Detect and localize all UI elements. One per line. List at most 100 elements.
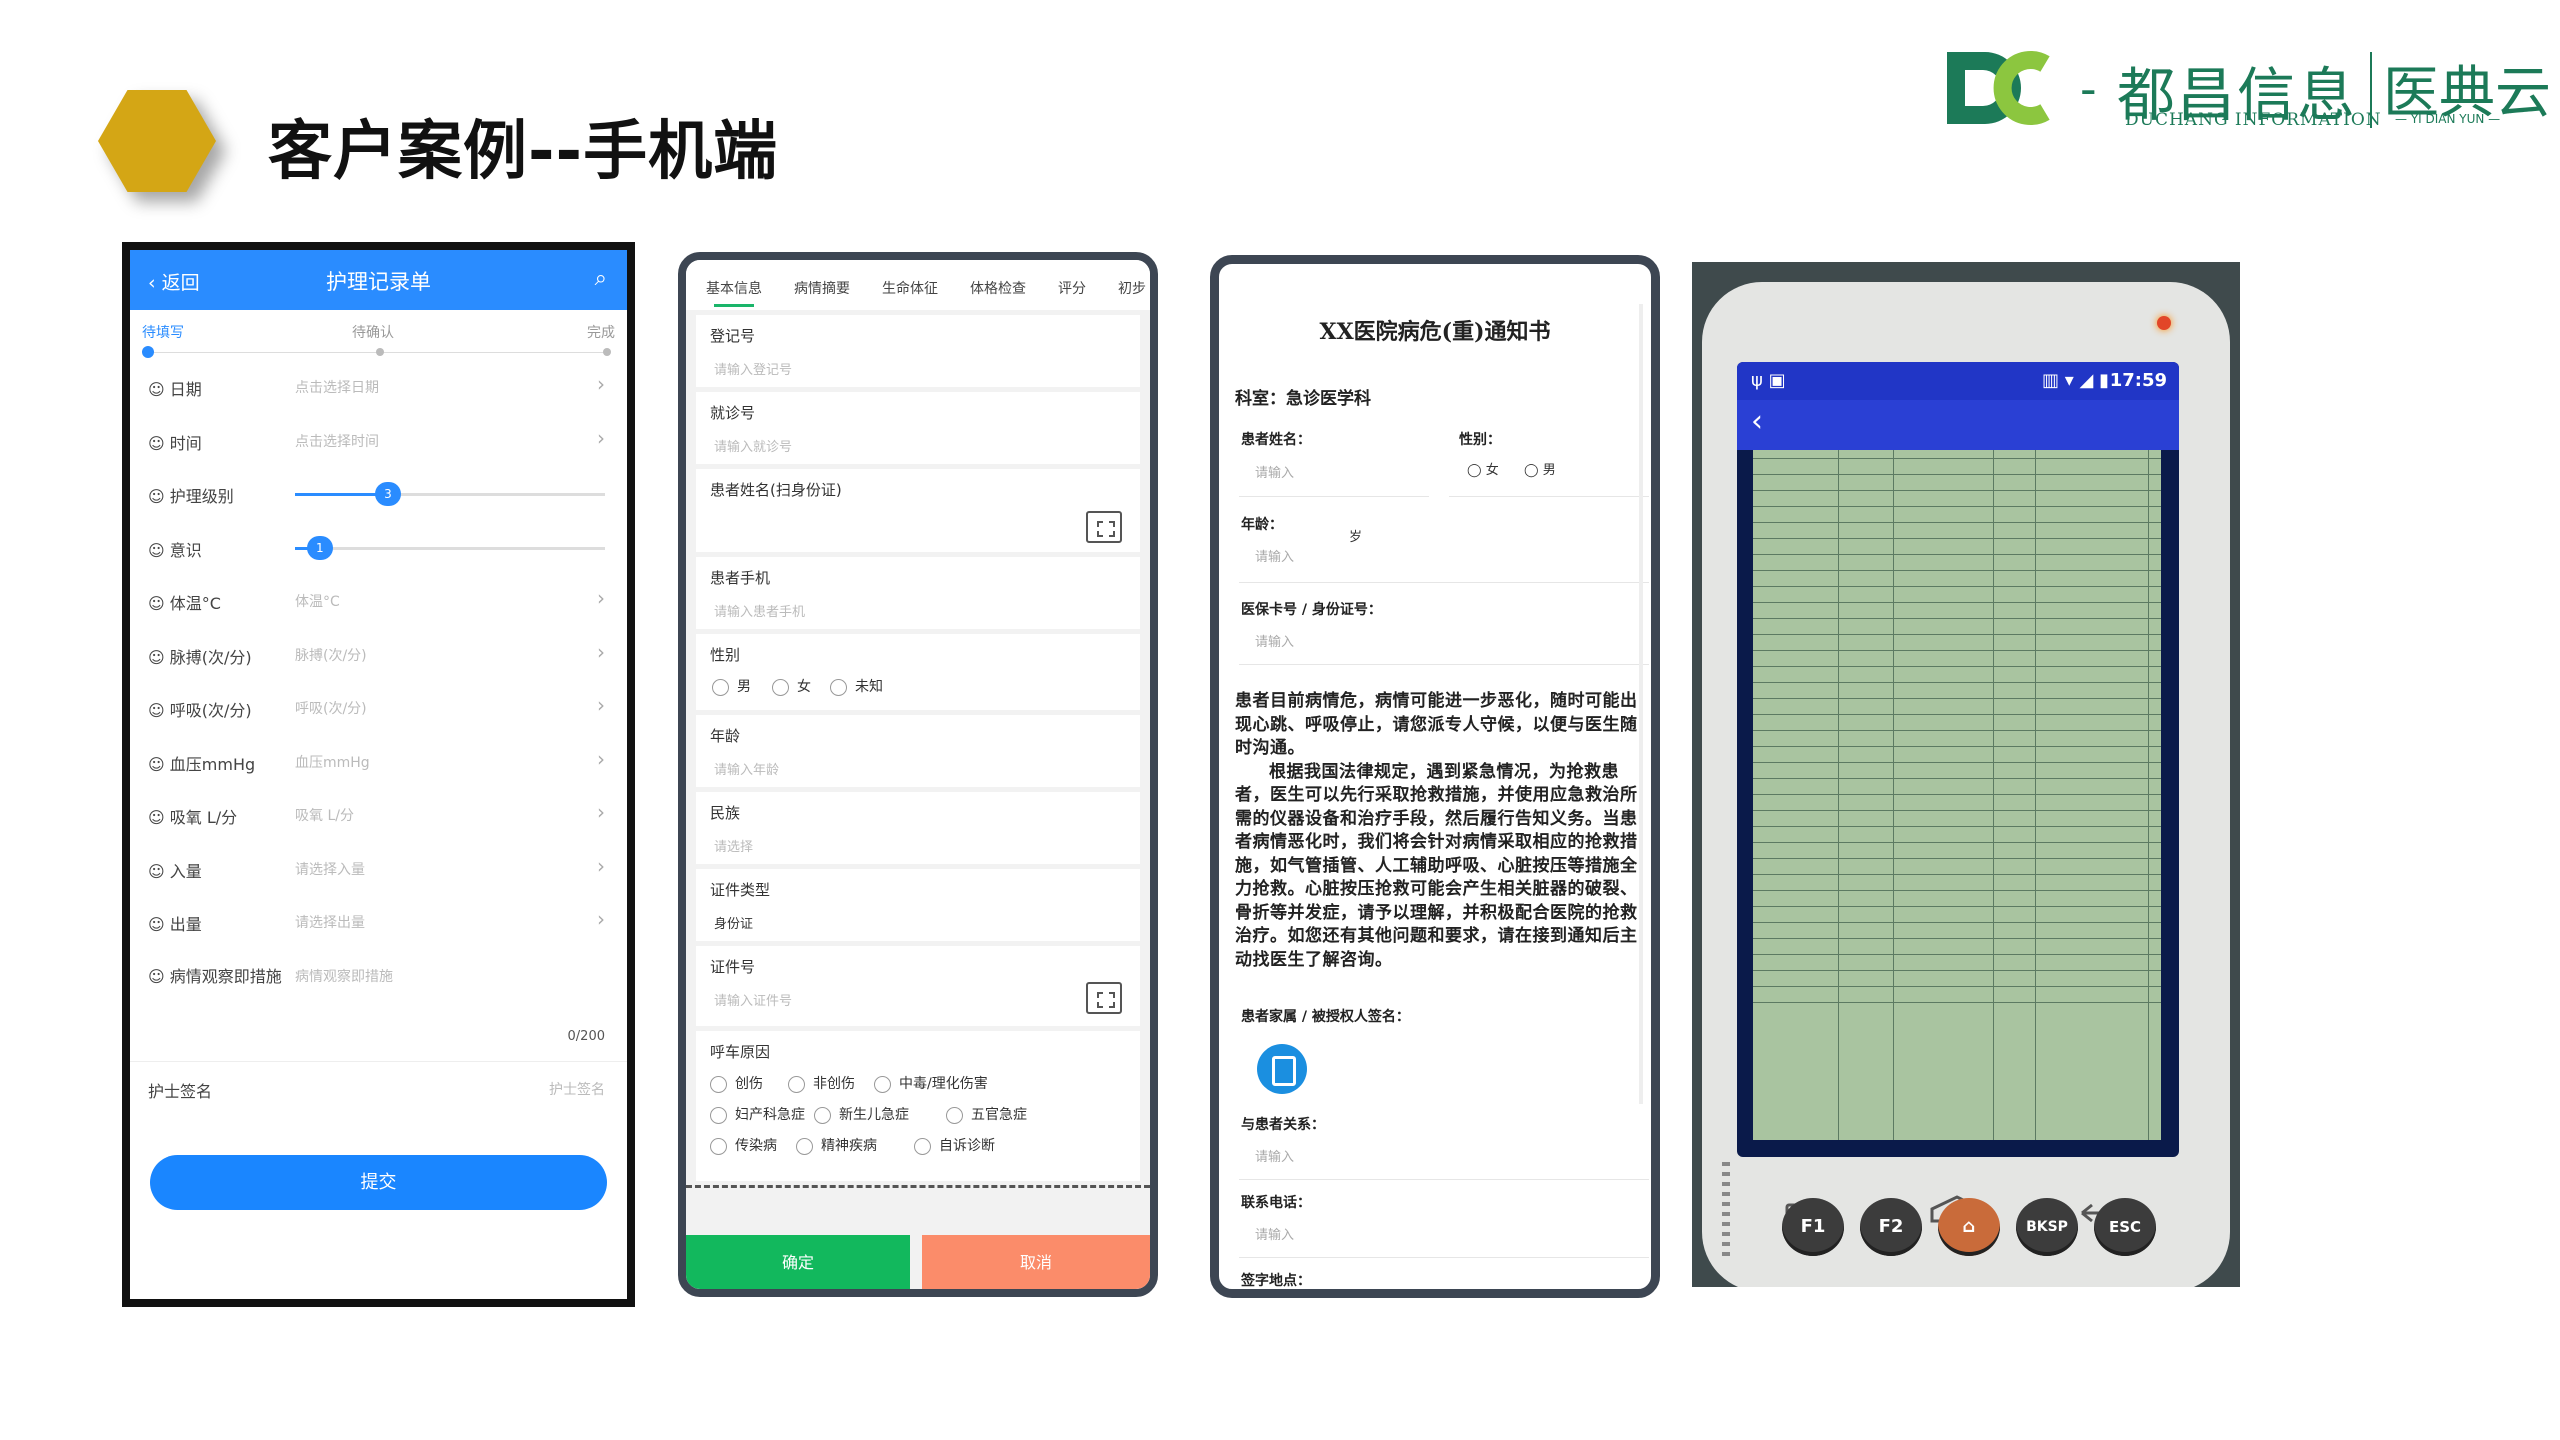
app-header: ‹ 返回 护理记录单 ⌕ <box>130 250 627 310</box>
call-reason-radio[interactable]: 创伤 <box>710 1073 763 1093</box>
escape-key[interactable]: ESC <box>2094 1198 2156 1256</box>
gender-male-radio[interactable]: 男 <box>712 676 751 696</box>
device-screen: ψ ▣ ▥ ▾ ◢ ▮ 17:59 ‹ <box>1737 362 2179 1157</box>
f2-key[interactable]: F2 <box>1860 1198 1922 1256</box>
notice-text: 患者目前病情危，病情可能进一步恶化，随时可能出现心跳、呼吸停止，请您派专人守候，… <box>1235 691 1638 970</box>
tab-vitals[interactable]: 生命体征 <box>882 278 938 298</box>
form-row[interactable]: ☺ 吸氧 L/分 吸氧 L/分 › <box>130 788 627 842</box>
tab-exam[interactable]: 体格检查 <box>970 278 1026 298</box>
dc-logo-icon <box>1947 51 2050 125</box>
gender-female-radio[interactable]: 女 <box>772 676 811 696</box>
relation-input[interactable]: 请输入 <box>1255 1146 1294 1165</box>
chevron-right-icon: › <box>597 746 605 771</box>
age-unit: 岁 <box>1349 530 1363 545</box>
search-icon[interactable]: ⌕ <box>595 266 607 291</box>
form-row[interactable]: ☺ 时间 点击选择时间 › <box>130 414 627 468</box>
back-icon[interactable]: ‹ <box>1751 404 1763 439</box>
confirm-button[interactable]: 确定 <box>686 1235 910 1289</box>
gender-male-radio[interactable]: ◯ 男 <box>1524 459 1556 478</box>
place-label: 签字地点： <box>1241 1273 1311 1289</box>
tab-basic-info[interactable]: 基本信息 <box>706 278 762 298</box>
char-counter: 0/200 <box>567 1028 605 1044</box>
step-done: 完成 <box>587 325 615 341</box>
tab-score[interactable]: 评分 <box>1058 278 1086 298</box>
id-input[interactable]: 请输入 <box>1255 631 1294 650</box>
chevron-right-icon: › <box>597 853 605 878</box>
form-row[interactable]: ☺ 脉搏(次/分) 脉搏(次/分) › <box>130 628 627 682</box>
company-logo: - 都昌信息 DUCHANG INFORMATION 医典云 — YI DIAN… <box>1945 48 2551 138</box>
gender-female-radio[interactable]: ◯ 女 <box>1467 459 1499 478</box>
cancel-button[interactable]: 取消 <box>922 1235 1150 1289</box>
signature-icon[interactable] <box>1257 1044 1307 1094</box>
ethnicity-field[interactable]: 民族 请选择 <box>696 792 1140 864</box>
scan-id-icon[interactable] <box>1086 511 1122 543</box>
level-slider[interactable]: 1 <box>295 535 605 560</box>
gender-unknown-radio[interactable]: 未知 <box>830 676 883 696</box>
hexagon-bullet <box>98 90 216 192</box>
step-confirm: 待确认 <box>352 325 394 341</box>
critical-notice-screen: XX医院病危(重)通知书 科室：急诊医学科 患者姓名： 请输入 性别： ◯ 女 … <box>1210 255 1660 1298</box>
row-placeholder: 呼吸(次/分) <box>295 701 367 717</box>
form-row[interactable]: ☺ 体温°C 体温°C › <box>130 574 627 628</box>
chevron-right-icon: › <box>597 693 605 717</box>
form-row[interactable]: ☺ 护理级别 3 <box>130 467 627 521</box>
status-led <box>2157 316 2171 330</box>
signal-icon: ▥ ▾ ◢ ▮ <box>2042 370 2109 391</box>
row-placeholder: 体温°C <box>295 594 340 610</box>
level-slider[interactable]: 3 <box>295 482 605 506</box>
chevron-right-icon: › <box>597 907 605 931</box>
call-reason-radio[interactable]: 非创伤 <box>788 1073 855 1093</box>
call-reason-radio[interactable]: 中毒/理化伤害 <box>874 1073 988 1093</box>
nursing-record-screen: ‹ 返回 护理记录单 ⌕ 待填写 待确认 完成 ☺ 日期 点击选择日期 › ☺ 时间点… <box>122 242 635 1307</box>
nurse-signature-row[interactable]: 护士签名 护士签名 <box>130 1060 627 1115</box>
row-placeholder: 血压mmHg <box>295 754 370 771</box>
patient-name-input[interactable]: 请输入 <box>1255 462 1294 481</box>
id-number-field[interactable]: 证件号 请输入证件号 <box>696 946 1140 1026</box>
form-row[interactable]: ☺ 呼吸(次/分) 呼吸(次/分) › <box>130 681 627 735</box>
id-type-field[interactable]: 证件类型 身份证 <box>696 869 1140 941</box>
slider-knob[interactable]: 1 <box>306 535 333 560</box>
patient-name-field[interactable]: 患者姓名(扫身份证) <box>696 469 1140 552</box>
call-reason-radio[interactable]: 精神疾病 <box>796 1135 877 1155</box>
age-input[interactable]: 请输入 <box>1255 546 1294 565</box>
f1-key[interactable]: F1 <box>1782 1198 1844 1256</box>
observation-row[interactable]: ☺ 病情观察即措施 病情观察即措施 0/200 <box>130 949 627 1061</box>
row-placeholder: 请选择入量 <box>295 861 365 878</box>
progress-steps: 待填写 待确认 完成 <box>130 310 627 360</box>
registration-field[interactable]: 登记号 请输入登记号 <box>696 315 1140 387</box>
call-reason-radio[interactable]: 五官急症 <box>946 1104 1027 1124</box>
clock: 17:59 <box>2109 370 2167 391</box>
chevron-right-icon: › <box>597 586 605 610</box>
department-label: 科室：急诊医学科 <box>1235 389 1371 409</box>
call-reason-radio[interactable]: 新生儿急症 <box>814 1104 909 1124</box>
tab-summary[interactable]: 病情摘要 <box>794 278 850 298</box>
tab-initial[interactable]: 初步 <box>1118 278 1146 298</box>
document-title: XX医院病危(重)通知书 <box>1319 319 1551 345</box>
slide-title: 客户案例--手机端 <box>268 115 779 189</box>
row-placeholder: 点击选择日期 <box>295 380 379 396</box>
form-row[interactable]: ☺ 意识 1 <box>130 521 627 575</box>
chevron-right-icon: › <box>597 372 605 396</box>
home-key[interactable]: ⌂ <box>1938 1198 2000 1256</box>
status-bar: ψ ▣ ▥ ▾ ◢ ▮ 17:59 <box>1737 362 2179 400</box>
screen-title: 护理记录单 <box>326 270 431 294</box>
call-reason-radio[interactable]: 妇产科急症 <box>710 1104 805 1124</box>
phone-input[interactable]: 请输入 <box>1255 1224 1294 1243</box>
ambulance-form-screen: 基本信息 病情摘要 生命体征 体格检查 评分 初步 登记号 请输入登记号 就诊号请… <box>678 252 1158 1297</box>
visit-number-field[interactable]: 就诊号 请输入就诊号 <box>696 392 1140 464</box>
slider-knob[interactable]: 3 <box>375 482 401 506</box>
form-row[interactable]: ☺ 血压mmHg 血压mmHg › <box>130 735 627 789</box>
form-row[interactable]: ☺ 日期 点击选择日期 › <box>130 360 627 414</box>
backspace-key[interactable]: BKSP <box>2016 1198 2078 1256</box>
age-field[interactable]: 年龄 请输入年龄 <box>696 715 1140 787</box>
form-row[interactable]: ☺ 出量 请选择出量 › <box>130 895 627 949</box>
patient-name-label: 患者姓名： <box>1241 432 1311 448</box>
submit-button[interactable]: 提交 <box>150 1155 607 1210</box>
call-reason-radio[interactable]: 传染病 <box>710 1135 777 1155</box>
patient-phone-field[interactable]: 患者手机 请输入患者手机 <box>696 557 1140 629</box>
call-reason-radio[interactable]: 自诉诊断 <box>914 1135 995 1155</box>
form-row[interactable]: ☺ 入量 请选择入量 › <box>130 842 627 896</box>
row-placeholder: 请选择出量 <box>295 915 365 931</box>
chevron-right-icon: › <box>597 425 605 450</box>
scan-id-number-icon[interactable] <box>1086 982 1122 1014</box>
